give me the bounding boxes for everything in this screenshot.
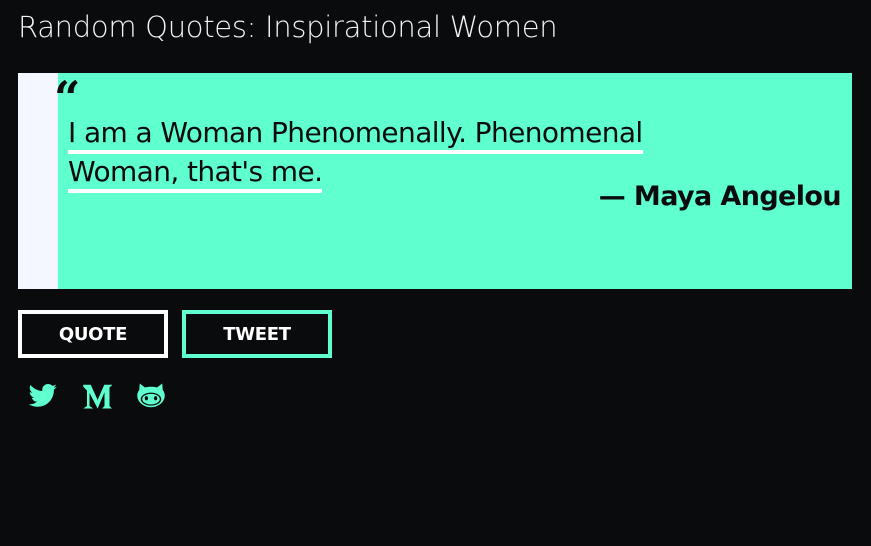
social-links xyxy=(27,381,167,411)
twitter-link[interactable] xyxy=(27,381,59,411)
github-link[interactable] xyxy=(135,381,167,411)
twitter-icon xyxy=(28,384,57,407)
quote-text-line-1: I am a Woman Phenomenally. Phenomenal xyxy=(68,116,643,154)
new-quote-button[interactable]: QUOTE xyxy=(18,310,168,358)
github-icon xyxy=(137,383,165,408)
quote-text: I am a Woman Phenomenally. Phenomenal Wom… xyxy=(68,113,788,193)
page-title: Random Quotes: Inspirational Women xyxy=(18,10,558,44)
quote-text-line-2: Woman, that's me. xyxy=(68,155,323,193)
quote-card: “ I am a Woman Phenomenally. Phenomenal W… xyxy=(18,73,852,289)
quote-stripe xyxy=(18,73,58,289)
medium-icon xyxy=(83,384,112,409)
quote-author: — Maya Angelou xyxy=(598,181,842,212)
medium-link[interactable] xyxy=(81,381,113,411)
tweet-button[interactable]: TWEET xyxy=(182,310,332,358)
